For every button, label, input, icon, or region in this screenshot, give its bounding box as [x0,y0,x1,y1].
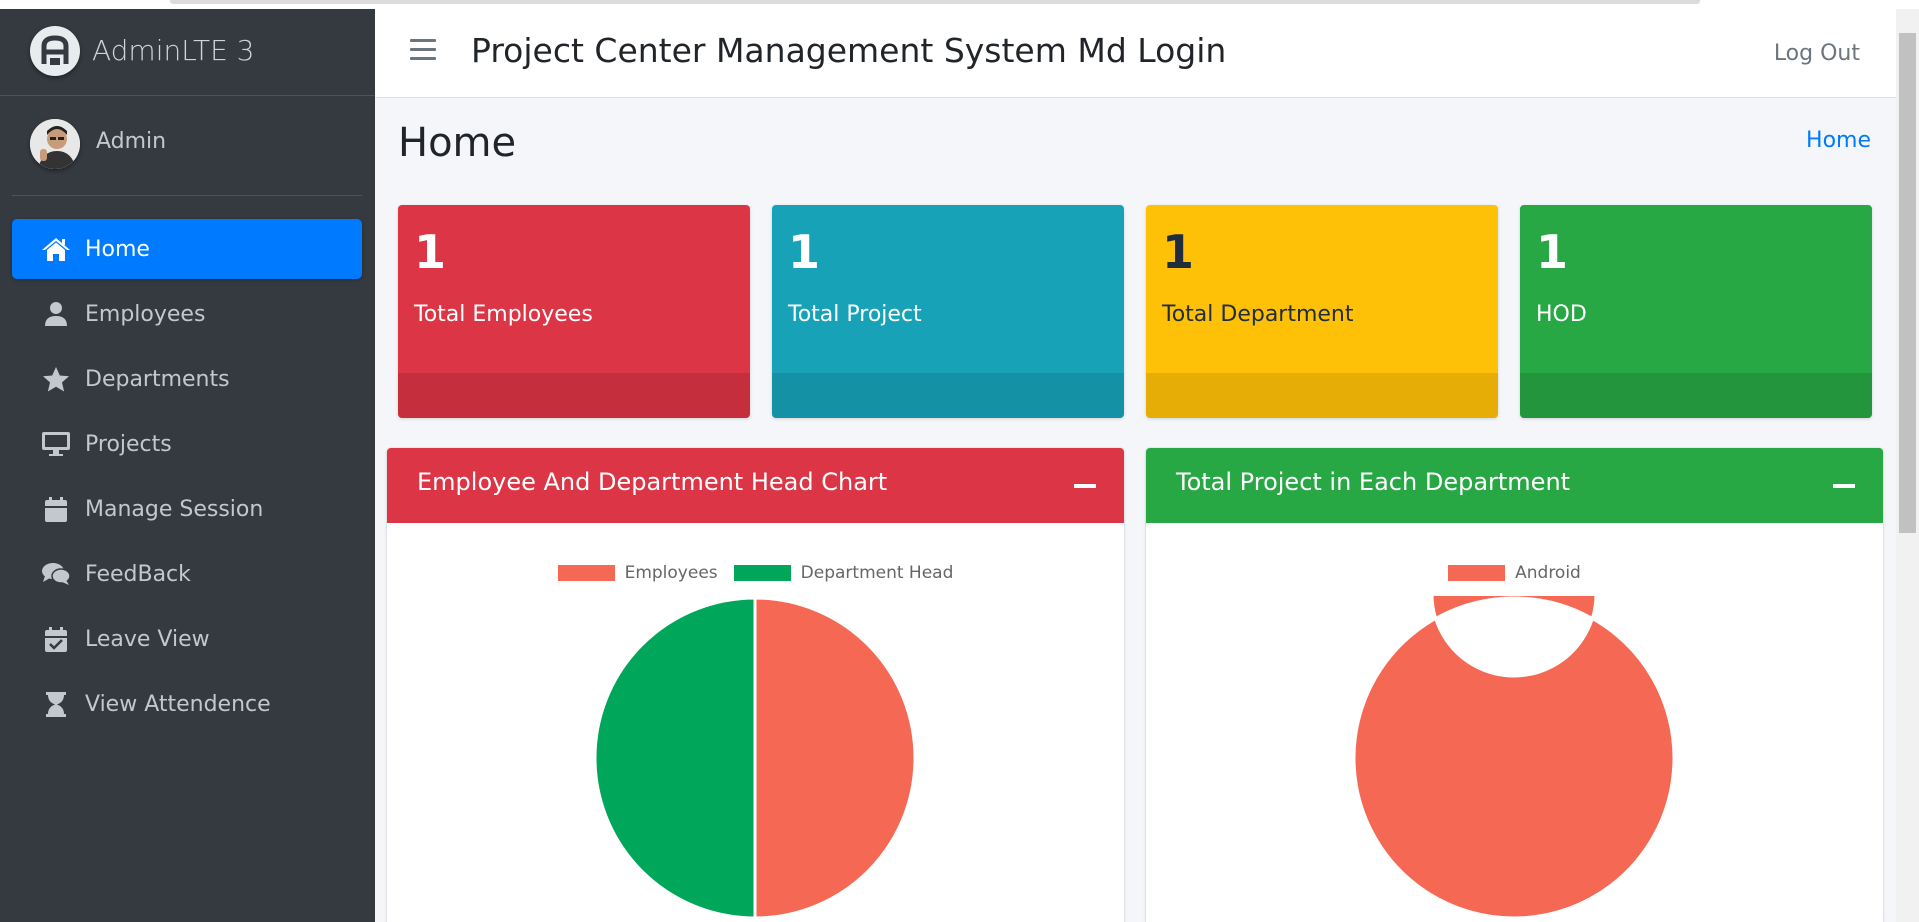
page-title: Home [398,120,517,166]
legend-label: Employees [624,563,718,583]
legend-swatch [733,565,791,581]
sidebar-item-label: Departments [85,366,230,392]
sidebar-item-employees[interactable]: Employees [12,284,362,344]
browser-top-strip [0,0,1919,9]
stat-box-hod: 1 HOD [1520,205,1872,418]
scrollbar-thumb[interactable] [1899,33,1916,533]
menu-toggle-icon[interactable] [410,39,436,63]
card-title: Employee And Department Head Chart [417,468,888,496]
user-name[interactable]: Admin [96,129,166,154]
brand-logo-icon [30,26,80,76]
stat-box-footer-link[interactable] [398,373,750,418]
calendar-icon [41,494,71,524]
sidebar-item-label: Manage Session [85,496,264,522]
legend-item-android[interactable]: Android [1448,563,1581,583]
stat-value: 1 [1162,225,1195,279]
collapse-minus-icon[interactable] [1074,484,1096,488]
legend-item-department-head[interactable]: Department Head [733,563,954,583]
calendar-check-icon [41,624,71,654]
employee-department-chart-card: Employee And Department Head Chart Emplo… [387,448,1124,922]
navbar-title: Project Center Management System Md Logi… [471,31,1227,70]
legend-swatch [557,565,615,581]
avatar[interactable] [30,119,80,169]
sidebar-item-view-attendence[interactable]: View Attendence [12,674,362,734]
brand-link[interactable]: AdminLTE 3 [0,9,375,96]
home-icon [41,234,71,264]
breadcrumb-home-link[interactable]: Home [1806,128,1871,153]
user-panel: Admin [12,95,362,196]
top-navbar: Project Center Management System Md Logi… [375,9,1896,98]
vertical-scrollbar[interactable] [1896,9,1919,922]
legend-item-employees[interactable]: Employees [557,563,718,583]
sidebar-item-label: FeedBack [85,561,191,587]
sidebar: AdminLTE 3 Admin Home Employees Departme… [0,9,375,922]
sidebar-item-label: View Attendence [85,691,271,717]
stat-box-footer-link[interactable] [1146,373,1498,418]
sidebar-item-projects[interactable]: Projects [12,414,362,474]
legend-label: Department Head [800,563,954,583]
pie-slice-employees[interactable] [753,596,917,920]
stat-value: 1 [788,225,821,279]
chart-legend: Android [1146,563,1883,583]
card-header: Employee And Department Head Chart [387,448,1124,523]
logout-link[interactable]: Log Out [1774,41,1860,66]
desktop-icon [41,429,71,459]
stat-label: Total Department [1162,302,1354,327]
project-department-chart-card: Total Project in Each Department Android [1146,448,1883,922]
stat-value: 1 [414,225,447,279]
stat-label: HOD [1536,302,1587,327]
horizontal-scrollbar[interactable] [170,0,1700,4]
pie-chart [593,596,917,920]
sidebar-item-departments[interactable]: Departments [12,349,362,409]
star-icon [41,364,71,394]
stat-value: 1 [1536,225,1569,279]
stat-box-total-project: 1 Total Project [772,205,1124,418]
user-icon [41,299,71,329]
sidebar-item-feedback[interactable]: FeedBack [12,544,362,604]
stat-box-footer-link[interactable] [772,373,1124,418]
card-header: Total Project in Each Department [1146,448,1883,523]
stat-label: Total Employees [414,302,593,327]
doughnut-chart [1352,596,1676,920]
stat-label: Total Project [788,302,922,327]
collapse-minus-icon[interactable] [1833,484,1855,488]
sidebar-item-label: Projects [85,431,172,457]
stat-box-total-employees: 1 Total Employees [398,205,750,418]
card-title: Total Project in Each Department [1176,468,1571,496]
stat-box-footer-link[interactable] [1520,373,1872,418]
sidebar-item-label: Home [85,236,150,262]
stat-box-total-department: 1 Total Department [1146,205,1498,418]
sidebar-item-label: Employees [85,301,206,327]
legend-swatch [1448,565,1506,581]
pie-slice-department-head[interactable] [593,596,757,920]
sidebar-item-home[interactable]: Home [12,219,362,279]
sidebar-item-manage-session[interactable]: Manage Session [12,479,362,539]
chart-legend: Employees Department Head [387,563,1124,583]
legend-label: Android [1515,563,1581,583]
hourglass-icon [41,689,71,719]
sidebar-item-label: Leave View [85,626,210,652]
brand-text: AdminLTE 3 [92,34,255,67]
comments-icon [41,559,71,589]
sidebar-item-leave-view[interactable]: Leave View [12,609,362,669]
sidebar-nav: Home Employees Departments Projects Mana… [12,219,362,739]
